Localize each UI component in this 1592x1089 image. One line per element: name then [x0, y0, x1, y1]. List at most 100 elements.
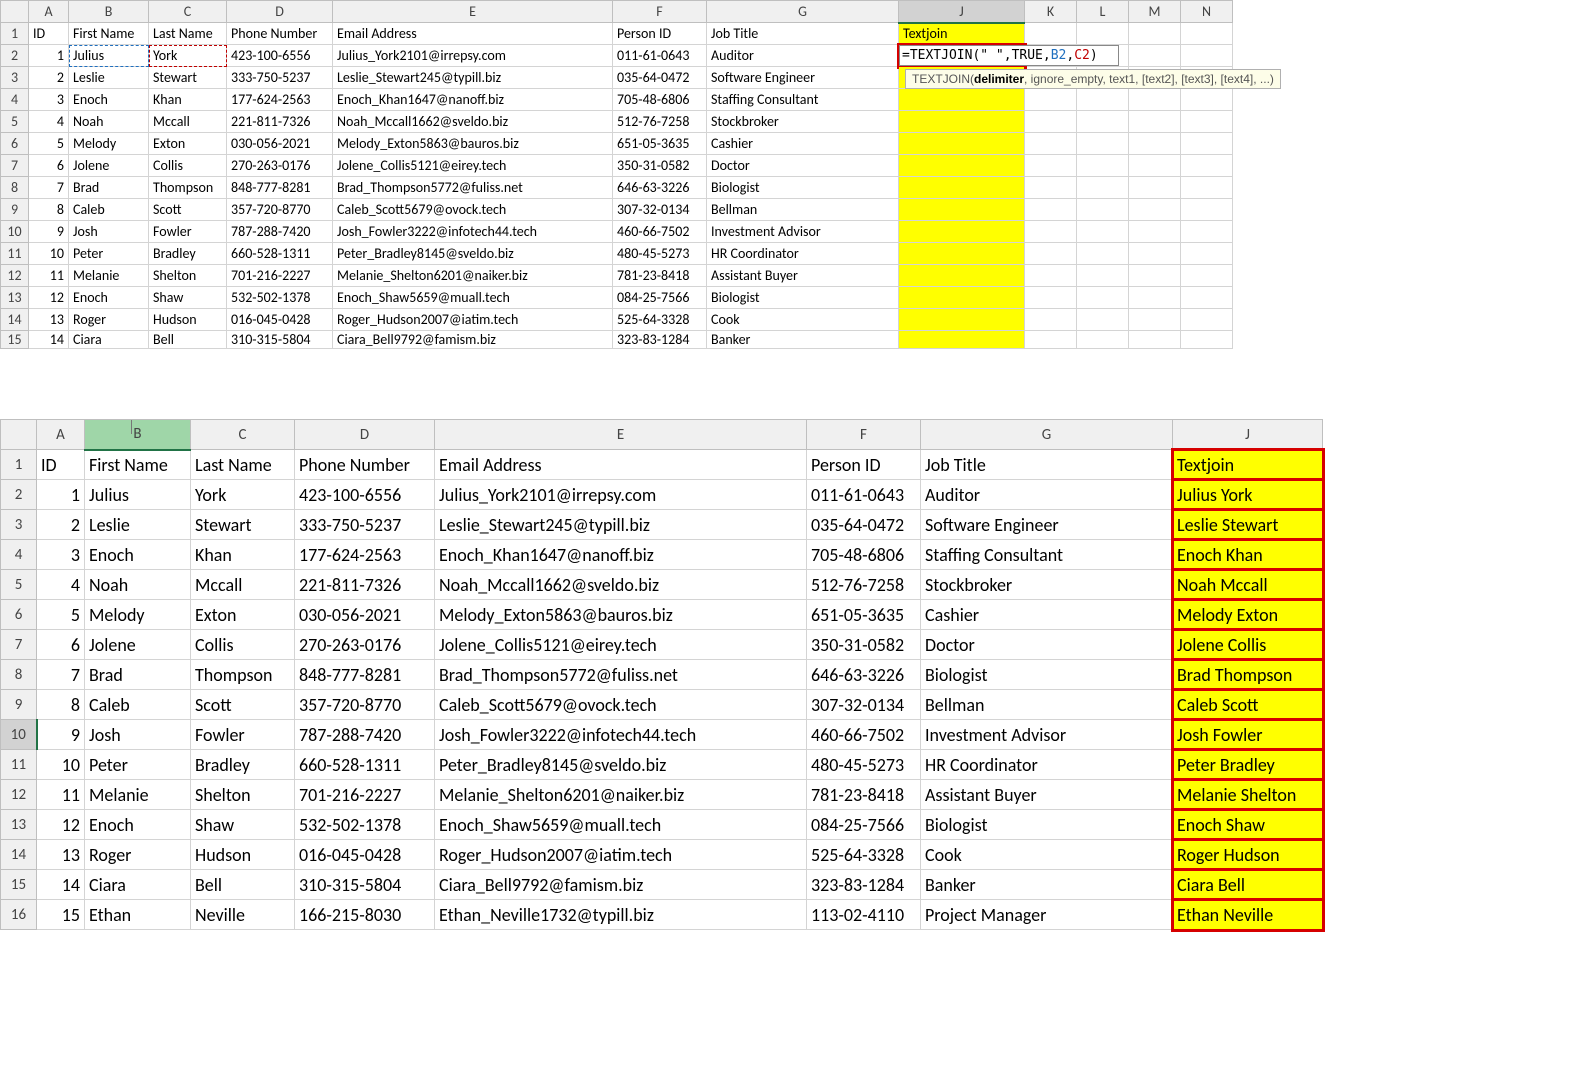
cell2-D15[interactable]: 310-315-5804	[295, 870, 435, 900]
cell-J4[interactable]	[899, 89, 1025, 111]
cell2-D11[interactable]: 660-528-1311	[295, 750, 435, 780]
cell2-J2[interactable]: Julius York	[1173, 480, 1323, 510]
cell-C4[interactable]: Khan	[149, 89, 227, 111]
cell2-F5[interactable]: 512-76-7258	[807, 570, 921, 600]
row-header2-13[interactable]: 13	[1, 810, 37, 840]
cell2-C12[interactable]: Shelton	[191, 780, 295, 810]
cell-D14[interactable]: 016-045-0428	[227, 309, 333, 331]
cell-F12[interactable]: 781-23-8418	[613, 265, 707, 287]
cell2-D2[interactable]: 423-100-6556	[295, 480, 435, 510]
cell-G13[interactable]: Biologist	[707, 287, 899, 309]
cell-D1[interactable]: Phone Number	[227, 23, 333, 45]
select-all-corner[interactable]	[1, 1, 29, 23]
cell2-F9[interactable]: 307-32-0134	[807, 690, 921, 720]
cell2-J16[interactable]: Ethan Neville	[1173, 900, 1323, 930]
row-header-2[interactable]: 2	[1, 45, 29, 67]
row-header2-8[interactable]: 8	[1, 660, 37, 690]
cell2-E4[interactable]: Enoch_Khan1647@nanoff.biz	[435, 540, 807, 570]
cell-B12[interactable]: Melanie	[69, 265, 149, 287]
cell2-E5[interactable]: Noah_Mccall1662@sveldo.biz	[435, 570, 807, 600]
cell-D2[interactable]: 423-100-6556	[227, 45, 333, 67]
row-header2-14[interactable]: 14	[1, 840, 37, 870]
col-header-C[interactable]: C	[149, 1, 227, 23]
cell2-A11[interactable]: 10	[37, 750, 85, 780]
cell2-F7[interactable]: 350-31-0582	[807, 630, 921, 660]
cell2-E10[interactable]: Josh_Fowler3222@infotech44.tech	[435, 720, 807, 750]
cell-E14[interactable]: Roger_Hudson2007@iatim.tech	[333, 309, 613, 331]
cell2-E12[interactable]: Melanie_Shelton6201@naiker.biz	[435, 780, 807, 810]
cell-K13[interactable]	[1025, 287, 1077, 309]
cell2-E6[interactable]: Melody_Exton5863@bauros.biz	[435, 600, 807, 630]
row-header-10[interactable]: 10	[1, 221, 29, 243]
cell2-G1[interactable]: Job Title	[921, 450, 1173, 480]
cell-D3[interactable]: 333-750-5237	[227, 67, 333, 89]
cell2-C11[interactable]: Bradley	[191, 750, 295, 780]
row-header2-1[interactable]: 1	[1, 450, 37, 480]
cell-A3[interactable]: 2	[29, 67, 69, 89]
cell2-A8[interactable]: 7	[37, 660, 85, 690]
cell-M12[interactable]	[1129, 265, 1181, 287]
cell-B11[interactable]: Peter	[69, 243, 149, 265]
cell-F15[interactable]: 323-83-1284	[613, 331, 707, 349]
cell2-C2[interactable]: York	[191, 480, 295, 510]
cell-C14[interactable]: Hudson	[149, 309, 227, 331]
cell2-D7[interactable]: 270-263-0176	[295, 630, 435, 660]
cell-E5[interactable]: Noah_Mccall1662@sveldo.biz	[333, 111, 613, 133]
cell-G9[interactable]: Bellman	[707, 199, 899, 221]
cell-D4[interactable]: 177-624-2563	[227, 89, 333, 111]
cell-D5[interactable]: 221-811-7326	[227, 111, 333, 133]
cell2-D8[interactable]: 848-777-8281	[295, 660, 435, 690]
cell-M15[interactable]	[1129, 331, 1181, 349]
cell-B13[interactable]: Enoch	[69, 287, 149, 309]
cell-J7[interactable]	[899, 155, 1025, 177]
cell-N4[interactable]	[1181, 89, 1233, 111]
cell2-E14[interactable]: Roger_Hudson2007@iatim.tech	[435, 840, 807, 870]
cell-N14[interactable]	[1181, 309, 1233, 331]
cell-E13[interactable]: Enoch_Shaw5659@muall.tech	[333, 287, 613, 309]
cell2-F1[interactable]: Person ID	[807, 450, 921, 480]
cell2-B9[interactable]: Caleb	[85, 690, 191, 720]
cell-G3[interactable]: Software Engineer	[707, 67, 899, 89]
cell2-G4[interactable]: Staffing Consultant	[921, 540, 1173, 570]
cell-A6[interactable]: 5	[29, 133, 69, 155]
cell2-J15[interactable]: Ciara Bell	[1173, 870, 1323, 900]
cell-C12[interactable]: Shelton	[149, 265, 227, 287]
cell2-C14[interactable]: Hudson	[191, 840, 295, 870]
cell2-G9[interactable]: Bellman	[921, 690, 1173, 720]
cell-B3[interactable]: Leslie	[69, 67, 149, 89]
cell2-F3[interactable]: 035-64-0472	[807, 510, 921, 540]
cell-F14[interactable]: 525-64-3328	[613, 309, 707, 331]
cell-C10[interactable]: Fowler	[149, 221, 227, 243]
col-header-N[interactable]: N	[1181, 1, 1233, 23]
cell2-G13[interactable]: Biologist	[921, 810, 1173, 840]
cell2-F13[interactable]: 084-25-7566	[807, 810, 921, 840]
row-header-4[interactable]: 4	[1, 89, 29, 111]
cell-F4[interactable]: 705-48-6806	[613, 89, 707, 111]
cell2-D1[interactable]: Phone Number	[295, 450, 435, 480]
cell-K6[interactable]	[1025, 133, 1077, 155]
cell2-B10[interactable]: Josh	[85, 720, 191, 750]
cell-B14[interactable]: Roger	[69, 309, 149, 331]
cell-J2[interactable]: =TEXTJOIN(" ",TRUE,B2,C2)TEXTJOIN(delimi…	[899, 45, 1025, 67]
cell2-B2[interactable]: Julius	[85, 480, 191, 510]
row-header2-15[interactable]: 15	[1, 870, 37, 900]
cell2-A16[interactable]: 15	[37, 900, 85, 930]
cell2-D13[interactable]: 532-502-1378	[295, 810, 435, 840]
cell-B10[interactable]: Josh	[69, 221, 149, 243]
col-header2-G[interactable]: G	[921, 420, 1173, 450]
cell-J5[interactable]	[899, 111, 1025, 133]
cell-C15[interactable]: Bell	[149, 331, 227, 349]
cell-F3[interactable]: 035-64-0472	[613, 67, 707, 89]
cell-F10[interactable]: 460-66-7502	[613, 221, 707, 243]
cell-A2[interactable]: 1	[29, 45, 69, 67]
cell2-A12[interactable]: 11	[37, 780, 85, 810]
cell-K8[interactable]	[1025, 177, 1077, 199]
cell-G12[interactable]: Assistant Buyer	[707, 265, 899, 287]
cell2-G5[interactable]: Stockbroker	[921, 570, 1173, 600]
cell-G5[interactable]: Stockbroker	[707, 111, 899, 133]
cell-L12[interactable]	[1077, 265, 1129, 287]
cell2-E3[interactable]: Leslie_Stewart245@typill.biz	[435, 510, 807, 540]
cell-D6[interactable]: 030-056-2021	[227, 133, 333, 155]
cell-A8[interactable]: 7	[29, 177, 69, 199]
cell2-D12[interactable]: 701-216-2227	[295, 780, 435, 810]
